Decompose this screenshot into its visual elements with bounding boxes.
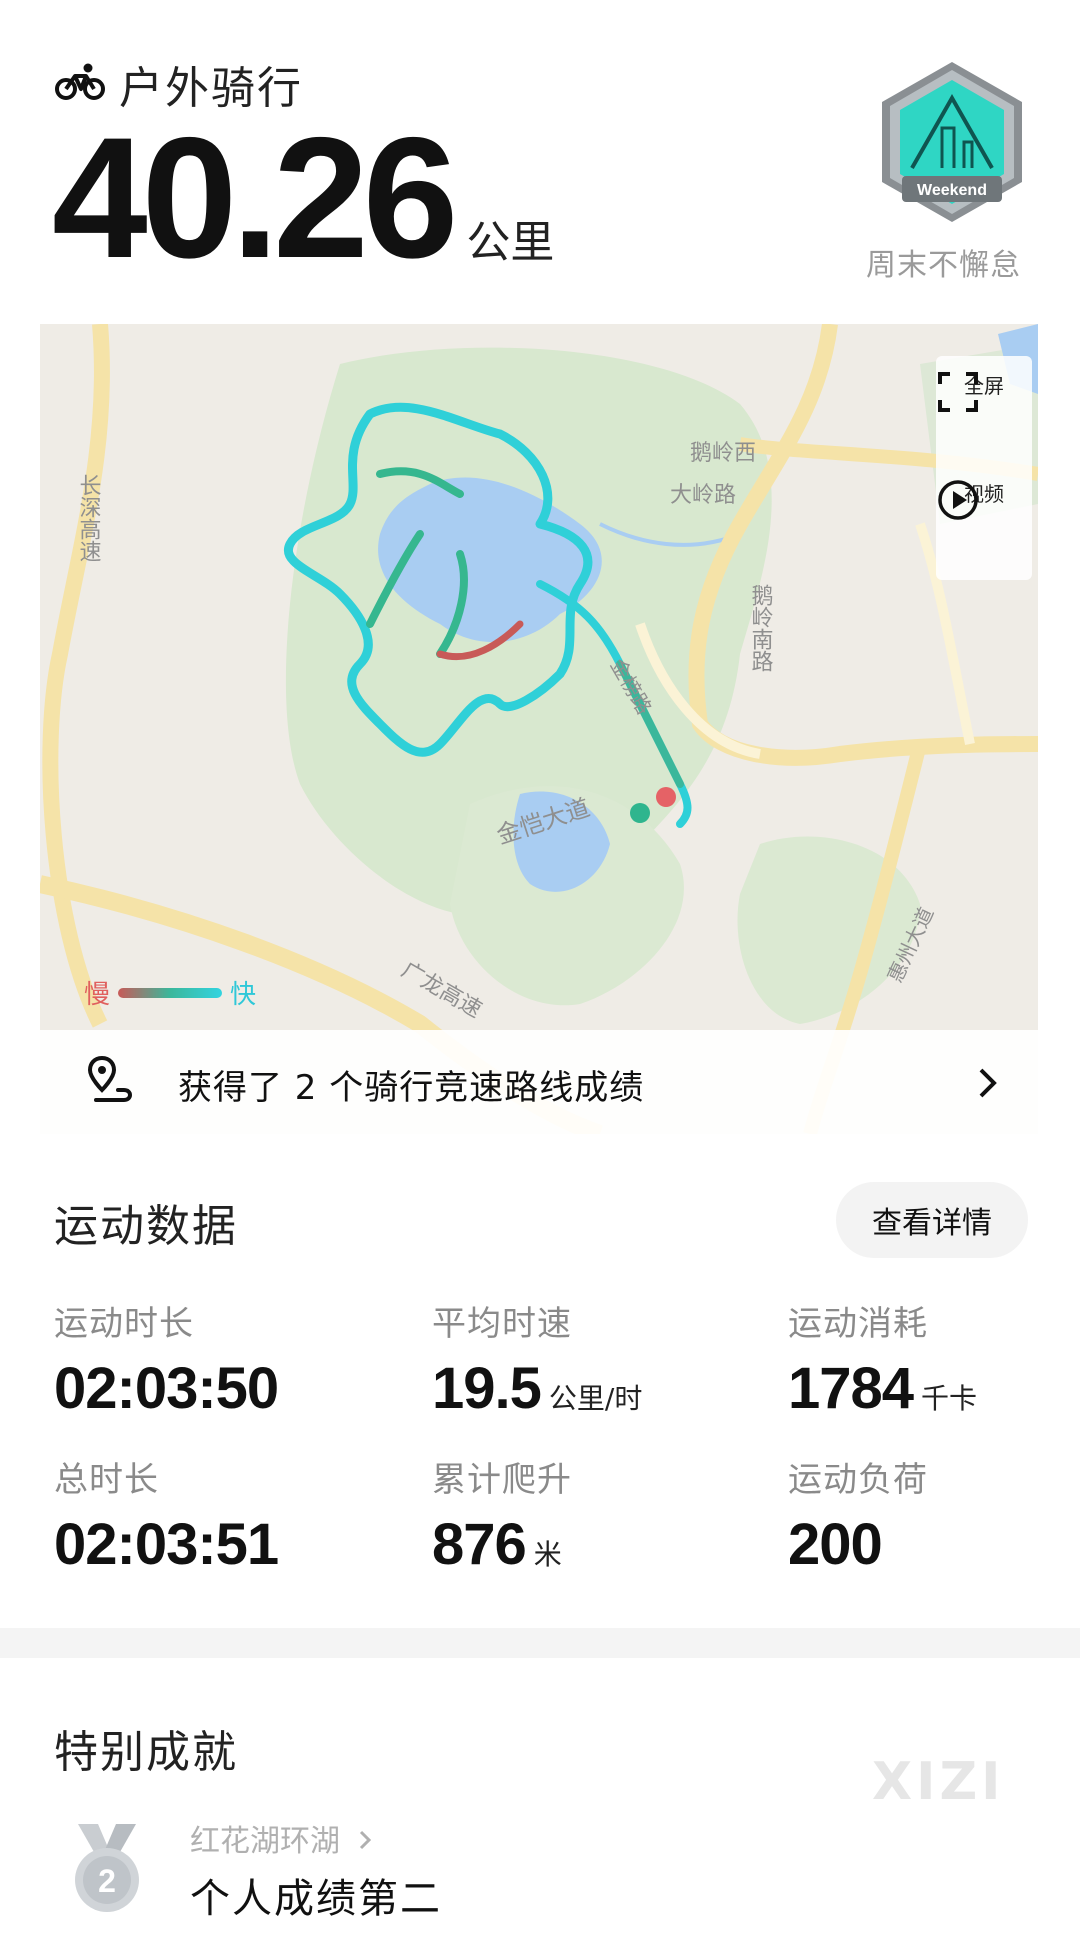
map-controls: 全屏 视频 [936, 356, 1032, 580]
view-details-button[interactable]: 查看详情 [836, 1182, 1028, 1258]
segment-message: 获得了 2 个骑行竞速路线成绩 [178, 1068, 645, 1108]
chevron-right-icon [358, 1824, 372, 1859]
stat-label: 平均时速 [432, 1304, 572, 1344]
route-pin-icon [87, 1055, 134, 1110]
map-label-daling: 大岭路 [670, 483, 736, 508]
distance-unit: 公里 [466, 217, 555, 268]
stat-value: 02:03:51 [54, 1512, 279, 1577]
stat-unit: 米 [533, 1538, 562, 1571]
achievement-result: 个人成绩第二 [190, 1876, 442, 1922]
stat-avg-speed: 平均时速 19.5 公里/时 [432, 1296, 642, 1422]
achievement-route-link[interactable]: 红花湖环湖 [190, 1816, 372, 1860]
badge-label: Weekend [917, 182, 987, 199]
badge-caption: 周末不懈怠 [866, 248, 1021, 283]
chevron-right-icon [976, 1066, 1000, 1104]
achievement-route-name: 红花湖环湖 [190, 1824, 340, 1859]
distance-display: 40.26 公里 [52, 102, 555, 294]
map-label-changshen: 长深高速 [76, 474, 102, 562]
legend-slow: 慢 [84, 980, 111, 1010]
legend-fast: 快 [230, 980, 257, 1010]
silver-medal-icon: 2 [72, 1822, 142, 1922]
watermark: XIZI [872, 1752, 1005, 1812]
video-button[interactable]: 视频 [936, 478, 1032, 520]
map-label-eling-west: 鹅岭西 [690, 441, 756, 466]
segment-achievement-row[interactable]: 获得了 2 个骑行竞速路线成绩 [40, 1030, 1038, 1134]
stats-section-title: 运动数据 [54, 1201, 238, 1252]
stat-value: 876 [432, 1512, 527, 1577]
fullscreen-button[interactable]: 全屏 [936, 370, 1032, 412]
stat-label: 总时长 [54, 1460, 159, 1500]
legend-gradient [118, 987, 223, 998]
weekend-badge[interactable]: Weekend [872, 58, 1032, 238]
stat-elevation-gain: 累计爬升 876 米 [432, 1452, 572, 1578]
speed-legend: 慢 快 [84, 974, 256, 1011]
stat-value: 19.5 [432, 1356, 542, 1421]
stat-value: 200 [788, 1512, 883, 1577]
route-map[interactable]: 长深高速 鹅岭西 大岭路 鹅岭南路 金恺大道 广龙高速 金榜路 惠州大道 全屏 … [40, 324, 1038, 1134]
stat-value: 1784 [788, 1356, 914, 1421]
stat-label: 运动时长 [54, 1304, 194, 1344]
distance-value: 40.26 [52, 102, 458, 294]
stat-unit: 千卡 [921, 1382, 978, 1415]
medal-rank: 2 [98, 1863, 116, 1899]
stat-total-duration: 总时长 02:03:51 [54, 1452, 279, 1578]
stat-unit: 公里/时 [548, 1382, 643, 1415]
stat-training-load: 运动负荷 200 [788, 1452, 928, 1578]
stat-calories: 运动消耗 1784 千卡 [788, 1296, 977, 1422]
stat-label: 运动消耗 [788, 1304, 928, 1344]
achievements-section-title: 特别成就 [54, 1727, 238, 1778]
map-label-eling-south: 鹅岭南路 [748, 584, 774, 672]
stat-label: 累计爬升 [432, 1460, 572, 1500]
cycling-icon [55, 62, 105, 106]
stat-value: 02:03:50 [54, 1356, 279, 1421]
stat-duration: 运动时长 02:03:50 [54, 1296, 279, 1422]
stat-label: 运动负荷 [788, 1460, 928, 1500]
section-divider [0, 1628, 1080, 1658]
